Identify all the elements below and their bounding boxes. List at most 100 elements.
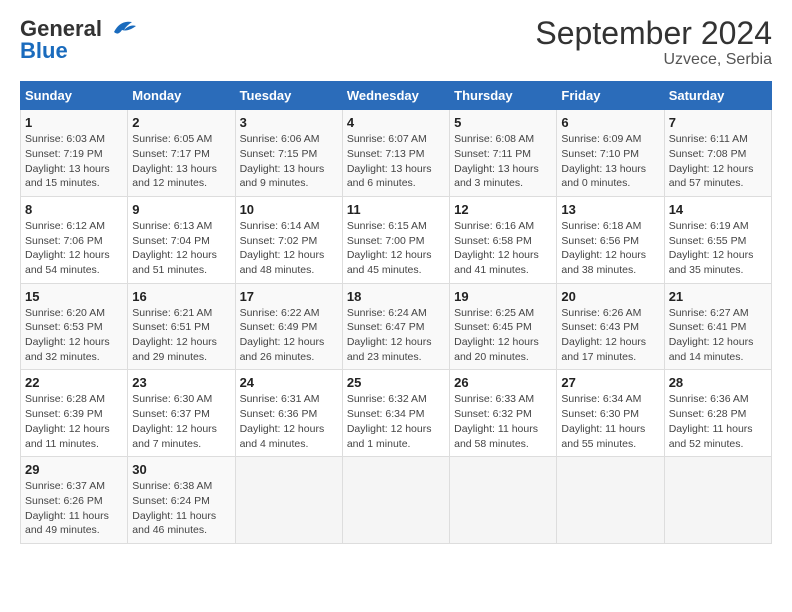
calendar-cell: 8 Sunrise: 6:12 AMSunset: 7:06 PMDayligh… [21,196,128,283]
cell-details: Sunrise: 6:38 AMSunset: 6:24 PMDaylight:… [132,479,230,538]
cell-day-number: 18 [347,289,445,304]
cell-day-number: 2 [132,115,230,130]
cell-day-number: 25 [347,375,445,390]
cell-details: Sunrise: 6:11 AMSunset: 7:08 PMDaylight:… [669,132,767,191]
cell-day-number: 6 [561,115,659,130]
cell-details: Sunrise: 6:15 AMSunset: 7:00 PMDaylight:… [347,219,445,278]
calendar-cell: 19 Sunrise: 6:25 AMSunset: 6:45 PMDaylig… [450,283,557,370]
cell-day-number: 30 [132,462,230,477]
cell-details: Sunrise: 6:13 AMSunset: 7:04 PMDaylight:… [132,219,230,278]
calendar-cell: 28 Sunrise: 6:36 AMSunset: 6:28 PMDaylig… [664,370,771,457]
col-tuesday: Tuesday [235,82,342,110]
cell-details: Sunrise: 6:26 AMSunset: 6:43 PMDaylight:… [561,306,659,365]
cell-day-number: 16 [132,289,230,304]
cell-day-number: 3 [240,115,338,130]
cell-details: Sunrise: 6:06 AMSunset: 7:15 PMDaylight:… [240,132,338,191]
cell-day-number: 7 [669,115,767,130]
cell-details: Sunrise: 6:12 AMSunset: 7:06 PMDaylight:… [25,219,123,278]
cell-details: Sunrise: 6:16 AMSunset: 6:58 PMDaylight:… [454,219,552,278]
cell-day-number: 17 [240,289,338,304]
cell-details: Sunrise: 6:08 AMSunset: 7:11 PMDaylight:… [454,132,552,191]
week-row-3: 15 Sunrise: 6:20 AMSunset: 6:53 PMDaylig… [21,283,772,370]
cell-details: Sunrise: 6:07 AMSunset: 7:13 PMDaylight:… [347,132,445,191]
col-friday: Friday [557,82,664,110]
cell-day-number: 9 [132,202,230,217]
calendar-cell: 22 Sunrise: 6:28 AMSunset: 6:39 PMDaylig… [21,370,128,457]
cell-details: Sunrise: 6:18 AMSunset: 6:56 PMDaylight:… [561,219,659,278]
cell-details: Sunrise: 6:32 AMSunset: 6:34 PMDaylight:… [347,392,445,451]
cell-day-number: 4 [347,115,445,130]
logo-blue: Blue [20,38,68,64]
calendar-body: 1 Sunrise: 6:03 AMSunset: 7:19 PMDayligh… [21,110,772,544]
week-row-1: 1 Sunrise: 6:03 AMSunset: 7:19 PMDayligh… [21,110,772,197]
calendar-cell: 5 Sunrise: 6:08 AMSunset: 7:11 PMDayligh… [450,110,557,197]
cell-details: Sunrise: 6:28 AMSunset: 6:39 PMDaylight:… [25,392,123,451]
col-saturday: Saturday [664,82,771,110]
calendar-cell: 20 Sunrise: 6:26 AMSunset: 6:43 PMDaylig… [557,283,664,370]
calendar-cell: 17 Sunrise: 6:22 AMSunset: 6:49 PMDaylig… [235,283,342,370]
cell-day-number: 1 [25,115,123,130]
calendar-cell: 10 Sunrise: 6:14 AMSunset: 7:02 PMDaylig… [235,196,342,283]
calendar-cell: 30 Sunrise: 6:38 AMSunset: 6:24 PMDaylig… [128,457,235,544]
cell-day-number: 12 [454,202,552,217]
calendar-cell: 27 Sunrise: 6:34 AMSunset: 6:30 PMDaylig… [557,370,664,457]
calendar-cell [235,457,342,544]
cell-details: Sunrise: 6:22 AMSunset: 6:49 PMDaylight:… [240,306,338,365]
cell-details: Sunrise: 6:37 AMSunset: 6:26 PMDaylight:… [25,479,123,538]
cell-details: Sunrise: 6:24 AMSunset: 6:47 PMDaylight:… [347,306,445,365]
week-row-4: 22 Sunrise: 6:28 AMSunset: 6:39 PMDaylig… [21,370,772,457]
cell-day-number: 19 [454,289,552,304]
cell-details: Sunrise: 6:14 AMSunset: 7:02 PMDaylight:… [240,219,338,278]
cell-details: Sunrise: 6:05 AMSunset: 7:17 PMDaylight:… [132,132,230,191]
week-row-2: 8 Sunrise: 6:12 AMSunset: 7:06 PMDayligh… [21,196,772,283]
calendar-subtitle: Uzvece, Serbia [535,51,772,69]
title-block: September 2024 Uzvece, Serbia [535,16,772,69]
cell-day-number: 28 [669,375,767,390]
cell-day-number: 20 [561,289,659,304]
logo-bird-icon [106,18,138,40]
cell-day-number: 15 [25,289,123,304]
col-monday: Monday [128,82,235,110]
col-thursday: Thursday [450,82,557,110]
cell-details: Sunrise: 6:03 AMSunset: 7:19 PMDaylight:… [25,132,123,191]
day-header-row: Sunday Monday Tuesday Wednesday Thursday… [21,82,772,110]
cell-day-number: 22 [25,375,123,390]
calendar-cell: 13 Sunrise: 6:18 AMSunset: 6:56 PMDaylig… [557,196,664,283]
cell-details: Sunrise: 6:25 AMSunset: 6:45 PMDaylight:… [454,306,552,365]
cell-details: Sunrise: 6:21 AMSunset: 6:51 PMDaylight:… [132,306,230,365]
week-row-5: 29 Sunrise: 6:37 AMSunset: 6:26 PMDaylig… [21,457,772,544]
cell-day-number: 24 [240,375,338,390]
calendar-cell: 25 Sunrise: 6:32 AMSunset: 6:34 PMDaylig… [342,370,449,457]
calendar-cell: 16 Sunrise: 6:21 AMSunset: 6:51 PMDaylig… [128,283,235,370]
cell-day-number: 13 [561,202,659,217]
calendar-cell: 4 Sunrise: 6:07 AMSunset: 7:13 PMDayligh… [342,110,449,197]
logo: General Blue [20,16,138,64]
calendar-cell: 24 Sunrise: 6:31 AMSunset: 6:36 PMDaylig… [235,370,342,457]
cell-day-number: 10 [240,202,338,217]
calendar-cell: 23 Sunrise: 6:30 AMSunset: 6:37 PMDaylig… [128,370,235,457]
calendar-title: September 2024 [535,16,772,51]
cell-details: Sunrise: 6:27 AMSunset: 6:41 PMDaylight:… [669,306,767,365]
cell-details: Sunrise: 6:36 AMSunset: 6:28 PMDaylight:… [669,392,767,451]
calendar-cell [450,457,557,544]
calendar-cell: 2 Sunrise: 6:05 AMSunset: 7:17 PMDayligh… [128,110,235,197]
cell-day-number: 5 [454,115,552,130]
calendar-cell: 3 Sunrise: 6:06 AMSunset: 7:15 PMDayligh… [235,110,342,197]
page: General Blue September 2024 Uzvece, Serb… [0,0,792,554]
cell-day-number: 8 [25,202,123,217]
calendar-cell: 29 Sunrise: 6:37 AMSunset: 6:26 PMDaylig… [21,457,128,544]
cell-details: Sunrise: 6:33 AMSunset: 6:32 PMDaylight:… [454,392,552,451]
cell-details: Sunrise: 6:19 AMSunset: 6:55 PMDaylight:… [669,219,767,278]
cell-day-number: 23 [132,375,230,390]
col-wednesday: Wednesday [342,82,449,110]
header: General Blue September 2024 Uzvece, Serb… [20,16,772,69]
cell-details: Sunrise: 6:30 AMSunset: 6:37 PMDaylight:… [132,392,230,451]
calendar-cell: 18 Sunrise: 6:24 AMSunset: 6:47 PMDaylig… [342,283,449,370]
calendar-cell [342,457,449,544]
calendar-cell: 21 Sunrise: 6:27 AMSunset: 6:41 PMDaylig… [664,283,771,370]
calendar-cell: 14 Sunrise: 6:19 AMSunset: 6:55 PMDaylig… [664,196,771,283]
calendar-cell: 9 Sunrise: 6:13 AMSunset: 7:04 PMDayligh… [128,196,235,283]
cell-details: Sunrise: 6:20 AMSunset: 6:53 PMDaylight:… [25,306,123,365]
calendar-cell: 12 Sunrise: 6:16 AMSunset: 6:58 PMDaylig… [450,196,557,283]
cell-day-number: 11 [347,202,445,217]
